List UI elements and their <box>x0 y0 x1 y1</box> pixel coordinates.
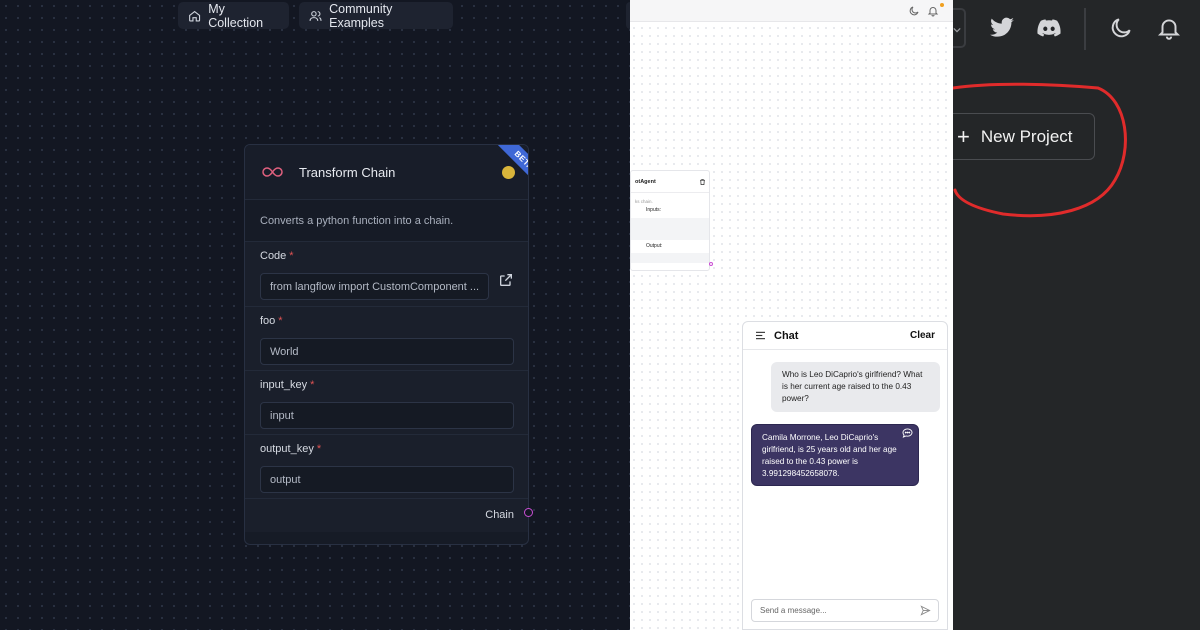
field-label: input_key * <box>260 379 315 391</box>
chevron-down-icon <box>953 27 961 33</box>
my-collection-label: My Collection <box>208 1 264 30</box>
user-message: Who is Leo DiCaprio's girlfriend? What i… <box>771 362 940 412</box>
trash-icon[interactable] <box>699 178 706 186</box>
clear-button[interactable]: Clear <box>910 330 935 341</box>
discord-icon[interactable] <box>1036 15 1062 41</box>
infinity-icon <box>262 167 283 177</box>
node-title: Transform Chain <box>299 164 396 180</box>
moon-icon[interactable] <box>1108 15 1134 41</box>
field-foo: foo * World <box>245 306 528 370</box>
users-icon <box>309 10 322 21</box>
chat-title: Chat <box>774 329 799 342</box>
agent-inputs-area <box>631 218 709 240</box>
field-label: output_key * <box>260 443 322 455</box>
light-canvas[interactable]: otAgent ks chain. Inputs: Output: Chat C… <box>630 0 953 630</box>
bot-message: Camila Morrone, Leo DiCaprio's girlfrien… <box>751 424 919 486</box>
moon-icon[interactable] <box>908 5 920 17</box>
agent-node[interactable]: otAgent ks chain. Inputs: Output: <box>630 170 713 271</box>
bell-icon[interactable] <box>927 5 939 17</box>
output-label: Chain <box>485 509 514 521</box>
field-label: foo * <box>260 315 283 327</box>
output-key-input[interactable]: output <box>260 466 514 493</box>
message-input[interactable]: Send a message... <box>751 599 939 622</box>
top-bar <box>630 0 953 22</box>
menu-icon[interactable] <box>755 331 766 340</box>
agent-node-header: otAgent <box>631 171 709 193</box>
node-description: Converts a python function into a chain. <box>245 200 528 241</box>
field-input-key: input_key * input <box>245 370 528 434</box>
bell-icon[interactable] <box>1156 15 1182 41</box>
agent-output-label: Output: <box>646 243 663 249</box>
twitter-icon[interactable] <box>989 15 1015 41</box>
my-collection-button[interactable]: My Collection <box>178 1 289 30</box>
status-indicator <box>502 166 515 179</box>
field-code: Code * from langflow import CustomCompone… <box>245 241 528 306</box>
field-label: Code * <box>260 250 294 262</box>
chat-header: Chat Clear <box>743 322 947 350</box>
community-examples-label: Community Examples <box>329 1 393 30</box>
external-link-icon[interactable] <box>498 272 514 288</box>
required-mark: * <box>278 315 283 327</box>
agent-node-subtitle: ks chain. <box>635 199 653 204</box>
foo-input[interactable]: World <box>260 338 514 365</box>
agent-inputs-label: Inputs: <box>646 207 662 213</box>
header-area: + New Project <box>953 0 1200 630</box>
input-key-input[interactable]: input <box>260 402 514 429</box>
send-icon[interactable] <box>920 605 931 616</box>
field-output-key: output_key * output <box>245 434 528 498</box>
community-examples-button[interactable]: Community Examples <box>299 1 453 30</box>
header-divider <box>1084 8 1086 50</box>
flow-canvas[interactable]: My Collection Community Examples Transfo… <box>0 0 630 630</box>
output-handle[interactable] <box>524 508 533 517</box>
red-annotation-circle <box>953 82 1127 218</box>
required-mark: * <box>310 379 315 391</box>
chat-panel: Chat Clear Who is Leo DiCaprio's girlfri… <box>742 321 948 630</box>
agent-output-area <box>631 253 709 263</box>
agent-output-handle[interactable] <box>709 262 713 266</box>
required-mark: * <box>289 250 294 262</box>
notification-dot <box>940 3 944 7</box>
home-icon <box>189 10 201 22</box>
node-output: Chain <box>245 498 528 532</box>
required-mark: * <box>316 443 322 455</box>
node-header[interactable]: Transform Chain <box>245 145 528 200</box>
chat-bubble-icon[interactable] <box>902 428 913 438</box>
agent-node-title: otAgent <box>635 178 656 185</box>
code-input[interactable]: from langflow import CustomComponent ... <box>260 273 489 300</box>
transform-chain-node[interactable]: Transform Chain BETA Converts a python f… <box>244 144 529 545</box>
